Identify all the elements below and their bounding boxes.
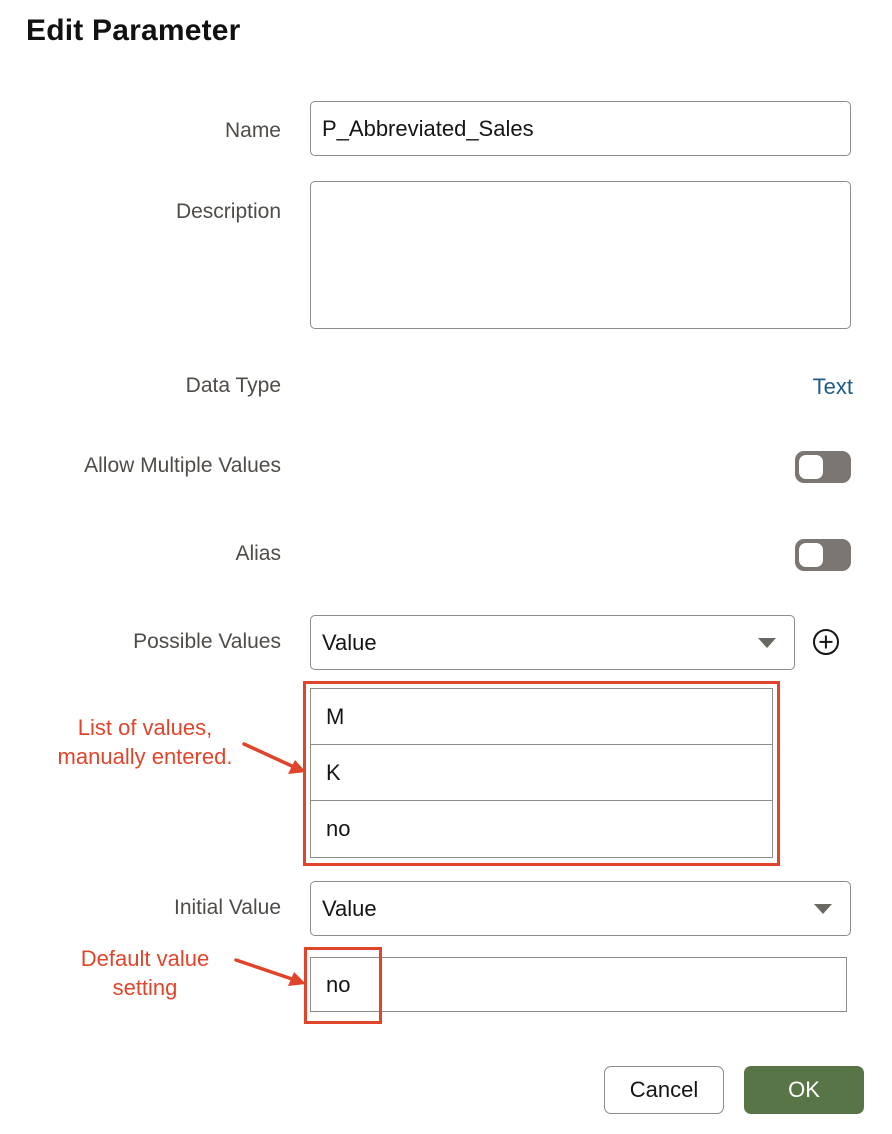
dialog-title: Edit Parameter (26, 14, 241, 47)
ok-button[interactable]: OK (744, 1066, 864, 1114)
list-item[interactable]: K (311, 745, 772, 801)
toggle-knob (799, 455, 823, 479)
caret-down-icon (814, 903, 832, 914)
data-type-value[interactable]: Text (813, 374, 853, 400)
possible-values-select[interactable]: Value (310, 615, 795, 670)
possible-values-selected: Value (322, 629, 377, 655)
initial-value-text: no (326, 971, 351, 997)
alias-toggle[interactable] (795, 539, 851, 571)
list-item[interactable]: no (311, 801, 772, 857)
annotation-arrow (234, 958, 306, 986)
allow-multiple-values-toggle[interactable] (795, 451, 851, 483)
initial-value-select[interactable]: Value (310, 881, 851, 936)
list-item[interactable]: M (311, 689, 772, 745)
initial-value-selected: Value (322, 895, 377, 921)
annotation-arrow (242, 742, 306, 774)
caret-down-icon (758, 637, 776, 648)
possible-values-label: Possible Values (133, 630, 281, 653)
name-label: Name (224, 119, 281, 142)
cancel-button[interactable]: Cancel (604, 1066, 724, 1114)
default-annotation: Default value setting (52, 944, 238, 1002)
allow-multiple-values-label: Allow Multiple Values (84, 454, 281, 477)
description-textarea[interactable] (310, 181, 851, 329)
default-annotation-line-1: Default value (80, 946, 210, 971)
initial-value-input[interactable]: no (310, 957, 847, 1012)
list-annotation-line-2: manually entered. (57, 744, 233, 769)
plus-circle-icon[interactable] (813, 629, 839, 655)
default-annotation-line-2: setting (112, 975, 178, 1000)
data-type-label: Data Type (185, 374, 281, 397)
toggle-knob (799, 543, 823, 567)
list-annotation-line-1: List of values, (77, 715, 213, 740)
alias-label: Alias (235, 542, 281, 565)
list-annotation: List of values, manually entered. (40, 713, 250, 771)
name-input[interactable]: P_Abbreviated_Sales (310, 101, 851, 156)
name-input-value: P_Abbreviated_Sales (322, 115, 534, 141)
description-label: Description (175, 200, 281, 223)
possible-values-list: M K no (310, 688, 773, 858)
initial-value-label: Initial Value (173, 896, 281, 919)
